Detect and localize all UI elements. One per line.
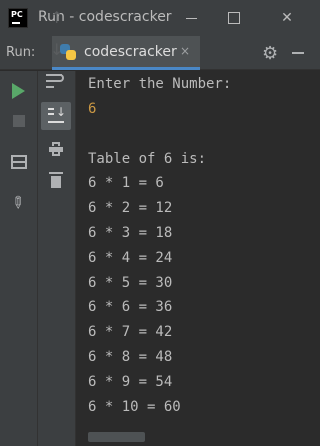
console-line: 6 * 4 = 24 <box>88 250 173 266</box>
title-bar: PC Run - codescracker ✕ <box>0 0 320 36</box>
hide-panel-icon[interactable] <box>292 52 304 54</box>
print-icon[interactable] <box>49 142 63 156</box>
console-line: 6 * 9 = 54 <box>88 374 173 390</box>
tab-close-icon[interactable]: × <box>180 44 190 58</box>
console-user-input: 6 <box>88 101 97 117</box>
rerun-play-icon[interactable] <box>12 83 25 99</box>
console-line: 6 * 6 = 36 <box>88 299 173 315</box>
run-label: Run: <box>6 45 36 60</box>
close-window-button[interactable]: ✕ <box>277 8 297 28</box>
console-output[interactable]: Enter the Number: 6 Table of 6 is: 6 * 1… <box>77 71 320 446</box>
console-line: 6 * 5 = 30 <box>88 275 173 291</box>
soft-wrap-icon[interactable] <box>46 72 66 90</box>
layout-icon[interactable] <box>11 155 27 169</box>
tab-codescracker[interactable]: codescracker × <box>52 36 200 70</box>
tab-label: codescracker <box>84 44 177 60</box>
clear-all-trash-icon[interactable] <box>49 172 63 188</box>
console-line: 6 * 8 = 48 <box>88 349 173 365</box>
down-arrow-icon[interactable]: ↓ <box>50 40 63 59</box>
console-line: Enter the Number: <box>88 76 232 92</box>
run-actions-column: ✎ <box>0 71 38 446</box>
console-line: 6 * 7 = 42 <box>88 324 173 340</box>
settings-gear-icon[interactable]: ⚙ <box>262 43 278 64</box>
console-line: 6 * 1 = 6 <box>88 175 164 191</box>
up-arrow-icon[interactable]: ↑ <box>50 8 63 27</box>
stop-icon[interactable] <box>13 115 25 127</box>
horizontal-scrollbar[interactable] <box>88 432 145 442</box>
scroll-to-end-icon[interactable]: ↓ <box>41 102 71 130</box>
pycharm-logo-icon: PC <box>8 8 28 28</box>
pin-tab-icon[interactable]: ✎ <box>6 191 29 214</box>
console-line: 6 * 3 = 18 <box>88 225 173 241</box>
minimize-window-button[interactable] <box>182 8 202 28</box>
maximize-window-button[interactable] <box>224 8 244 28</box>
console-line: Table of 6 is: <box>88 151 207 167</box>
console-line: 6 * 10 = 60 <box>88 399 181 415</box>
console-line: 6 * 2 = 12 <box>88 200 173 216</box>
